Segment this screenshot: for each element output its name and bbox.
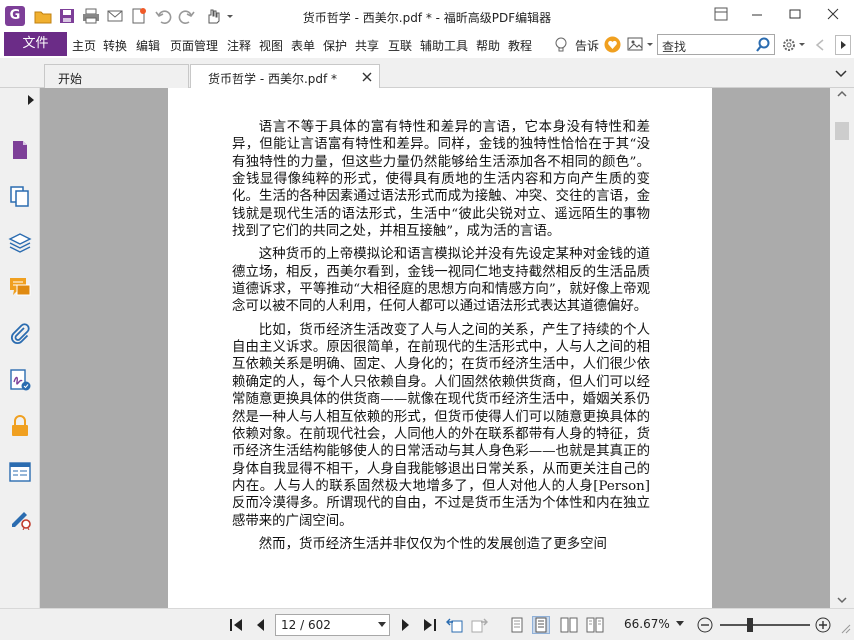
zoom-in-icon[interactable]: [814, 616, 832, 634]
continuous-view-icon[interactable]: [532, 616, 550, 634]
facing-view-icon[interactable]: [560, 616, 578, 634]
page-body-text: 语言不等于具体的富有特性和差异的言语，它本身没有特性和差异，但能让言语富有特性和…: [232, 119, 650, 559]
paragraph: 比如，货币经济生活改变了人与人之间的关系，产生了持续的个人自由主义诉求。原因很简…: [232, 322, 650, 529]
zoom-level[interactable]: 66.67%: [624, 617, 670, 631]
minimize-button[interactable]: [742, 4, 772, 26]
resize-grip-icon[interactable]: [838, 621, 852, 635]
menu-edit[interactable]: 编辑: [136, 37, 160, 54]
last-page-icon[interactable]: [420, 616, 438, 634]
scroll-down-arrow-icon[interactable]: [835, 594, 849, 606]
signature-panel-icon[interactable]: [8, 368, 32, 392]
tab-document-label: 货币哲学 - 西美尔.pdf *: [208, 72, 338, 86]
form-fields-icon[interactable]: [8, 460, 32, 484]
zoom-slider-track[interactable]: [720, 624, 810, 626]
document-tab-bar: 开始 货币哲学 - 西美尔.pdf *: [0, 58, 854, 88]
tab-start-label: 开始: [58, 72, 83, 86]
comments-icon[interactable]: [8, 276, 32, 300]
page-number-value: 12 / 602: [281, 618, 331, 632]
title-bar: G 货币哲学 - 西美尔.pdf * - 福昕高级PDF编辑器: [0, 0, 854, 32]
layers-pages-icon[interactable]: [8, 184, 32, 208]
menu-accessibility[interactable]: 辅助工具: [420, 37, 468, 54]
search-input[interactable]: 查找: [657, 34, 775, 55]
menu-comment[interactable]: 注释: [227, 37, 251, 54]
settings-gear-dropdown[interactable]: [781, 36, 809, 54]
paragraph: 这种货币的上帝模拟论和语言模拟论并没有先设定某种对金钱的道德立场，相反，西美尔看…: [232, 247, 650, 315]
document-viewport[interactable]: 语言不等于具体的富有特性和差异的言语，它本身没有特性和差异，但能让言语富有特性和…: [40, 88, 830, 608]
close-tab-icon[interactable]: [361, 71, 373, 83]
screenshot-dropdown-icon[interactable]: [627, 36, 655, 53]
pdf-page: 语言不等于具体的富有特性和差异的言语，它本身没有特性和差异，但能让言语富有特性和…: [168, 88, 712, 608]
expand-panel-icon[interactable]: [26, 94, 36, 106]
security-lock-icon[interactable]: [8, 414, 32, 438]
search-icon[interactable]: [755, 37, 771, 53]
page-dropdown-icon[interactable]: [378, 622, 386, 628]
layers-icon[interactable]: [8, 230, 32, 254]
menu-view[interactable]: 视图: [259, 37, 283, 54]
previous-page-icon[interactable]: [252, 616, 270, 634]
menu-help[interactable]: 帮助: [476, 37, 500, 54]
status-bar: 12 / 602 66.67%: [0, 608, 854, 640]
paragraph: 语言不等于具体的富有特性和差异的言语，它本身没有特性和差异，但能让言语富有特性和…: [232, 120, 650, 240]
tab-start[interactable]: 开始: [44, 64, 189, 88]
zoom-dropdown-icon[interactable]: [676, 621, 684, 627]
next-view-icon[interactable]: [470, 616, 488, 634]
tab-list-dropdown-icon[interactable]: [834, 67, 848, 79]
maximize-button[interactable]: [780, 4, 810, 26]
ribbon-scroll-left-icon[interactable]: [814, 37, 826, 53]
ribbon-toggle-icon[interactable]: [706, 4, 736, 26]
menu-home[interactable]: 主页: [72, 37, 96, 54]
attachments-paperclip-icon[interactable]: [8, 322, 32, 346]
menu-tutorial[interactable]: 教程: [508, 37, 532, 54]
paragraph: 然而，货币经济生活并非仅仅为个性的发展创造了更多空间: [258, 536, 607, 552]
tell-me-text[interactable]: 告诉: [575, 37, 599, 54]
left-navigation-panel: [0, 88, 44, 608]
heart-feedback-icon[interactable]: [604, 36, 621, 53]
lightbulb-icon: [553, 36, 569, 54]
menu-page-management[interactable]: 页面管理: [170, 37, 218, 54]
search-placeholder: 查找: [662, 40, 687, 54]
page-number-input[interactable]: 12 / 602: [275, 614, 390, 636]
menu-form[interactable]: 表单: [291, 37, 315, 54]
vertical-scrollbar[interactable]: [830, 88, 854, 608]
previous-view-icon[interactable]: [446, 616, 464, 634]
zoom-out-icon[interactable]: [696, 616, 714, 634]
scroll-thumb[interactable]: [835, 122, 849, 140]
scroll-up-arrow-icon[interactable]: [835, 88, 849, 100]
single-page-view-icon[interactable]: [508, 616, 526, 634]
continuous-facing-view-icon[interactable]: [586, 616, 604, 634]
menu-convert[interactable]: 转换: [103, 37, 127, 54]
next-page-icon[interactable]: [396, 616, 414, 634]
fill-sign-icon[interactable]: [8, 506, 32, 530]
tab-document[interactable]: 货币哲学 - 西美尔.pdf *: [190, 64, 380, 88]
menu-bar: 文件 主页 转换 编辑 页面管理 注释 视图 表单 保护 共享 互联 辅助工具 …: [0, 32, 854, 58]
zoom-slider-thumb[interactable]: [747, 618, 753, 632]
menu-protect[interactable]: 保护: [323, 37, 347, 54]
menu-share[interactable]: 共享: [355, 37, 379, 54]
ribbon-scroll-right-icon[interactable]: [835, 35, 851, 55]
close-window-button[interactable]: [818, 4, 848, 26]
file-menu-button[interactable]: 文件: [4, 32, 67, 56]
menu-connect[interactable]: 互联: [388, 37, 412, 54]
page-thumbnails-icon[interactable]: [8, 138, 32, 162]
first-page-icon[interactable]: [228, 616, 246, 634]
